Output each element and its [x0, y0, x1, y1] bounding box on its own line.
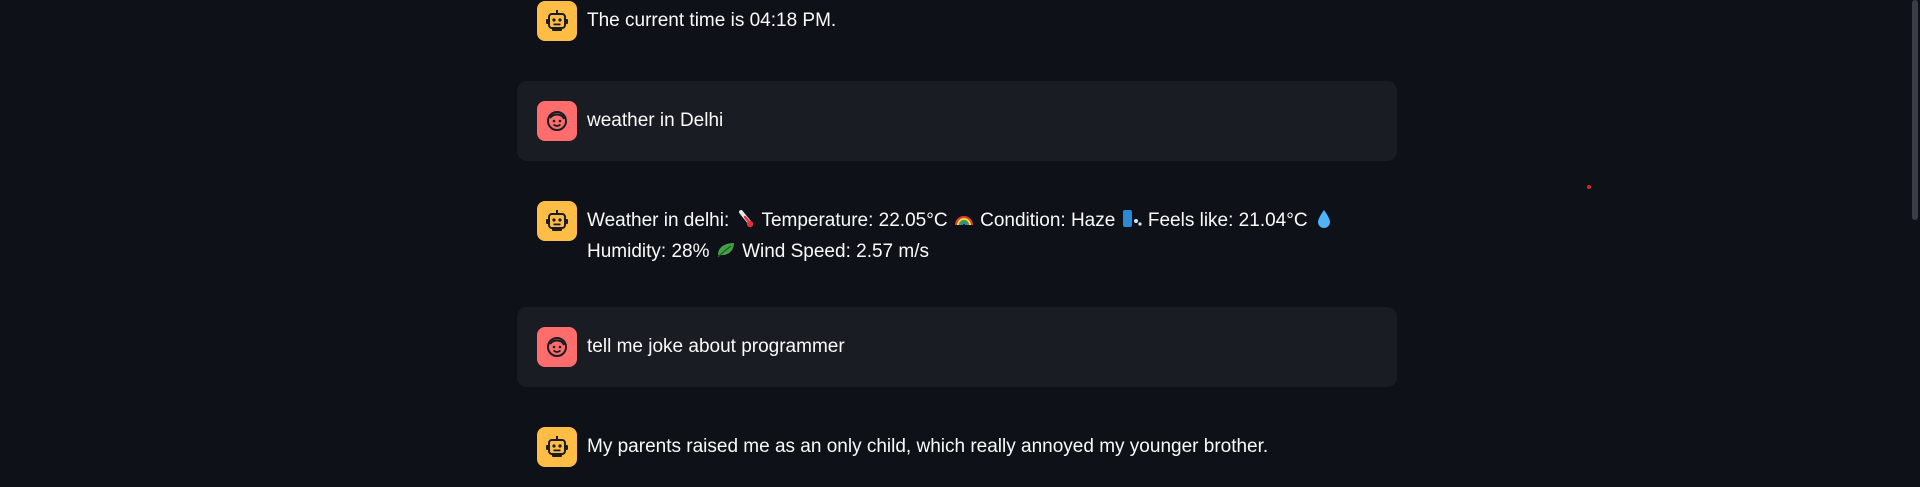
leaf-wind-icon — [715, 236, 737, 267]
message-text: The current time is 04:18 PM. — [587, 10, 837, 31]
weather-report-text: Weather in delhi: Temperature: 22.05°C C… — [587, 201, 1335, 267]
message-text: My parents raised me as an only child, w… — [587, 436, 1269, 457]
robot-face-icon — [537, 201, 577, 241]
scrollbar-thumb[interactable] — [1912, 0, 1918, 220]
droplet-icon — [1313, 205, 1335, 236]
message-text: tell me joke about programmer — [587, 336, 845, 357]
chat-message-assistant: My parents raised me as an only child, w… — [517, 407, 1397, 487]
robot-face-icon — [537, 1, 577, 41]
weather-prefix: Weather in delhi: — [587, 210, 730, 231]
smiling-face-icon — [537, 101, 577, 141]
chat-message-assistant: The current time is 04:18 PM. — [517, 0, 1397, 61]
weather-humidity: Humidity: 28% — [587, 241, 710, 262]
chat-message-user: weather in Delhi — [517, 81, 1397, 161]
chat-message-assistant: Weather in delhi: Temperature: 22.05°C C… — [517, 181, 1397, 287]
chat-message-user: tell me joke about programmer — [517, 307, 1397, 387]
weather-wind-speed: Wind Speed: 2.57 m/s — [742, 241, 929, 262]
smiling-face-icon — [537, 327, 577, 367]
chat-app: The current time is 04:18 PM. weather in… — [0, 0, 1920, 487]
weather-feels-like: Feels like: 21.04°C — [1147, 210, 1308, 231]
chat-messages: The current time is 04:18 PM. weather in… — [517, 0, 1397, 487]
weather-condition: Condition: Haze — [980, 210, 1116, 231]
thermometer-icon — [735, 205, 757, 236]
rainbow-icon — [953, 205, 975, 236]
message-text: weather in Delhi — [587, 110, 724, 131]
weather-temperature: Temperature: 22.05°C — [761, 210, 948, 231]
robot-face-icon — [537, 427, 577, 467]
page-scrollbar[interactable] — [1910, 0, 1920, 487]
cursor-marker — [1587, 185, 1591, 189]
face-exhaling-icon — [1121, 205, 1143, 236]
